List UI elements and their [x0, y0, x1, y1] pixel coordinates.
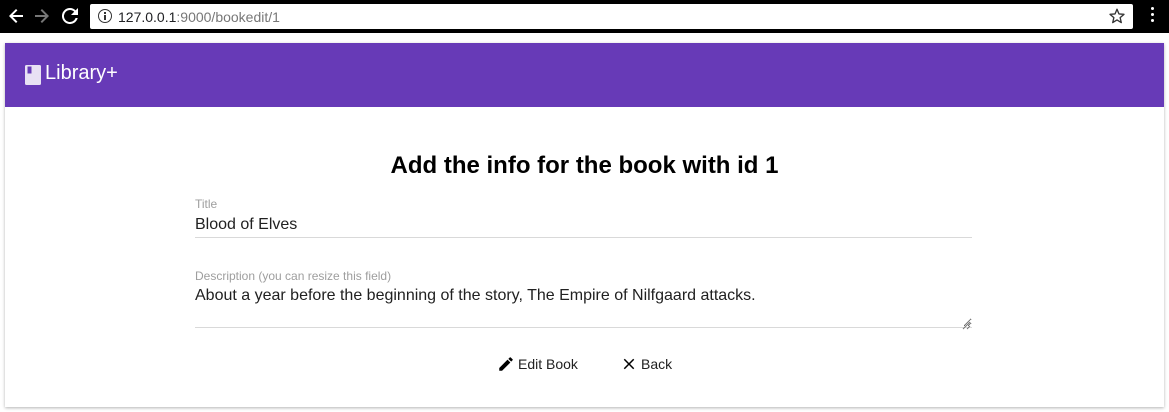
kebab-menu-icon[interactable]: [1148, 7, 1156, 27]
app-card: Library+ Add the info for the book with …: [5, 43, 1164, 407]
address-bar[interactable]: 127.0.0.1:9000/bookedit/1: [90, 4, 1133, 29]
pencil-icon: [499, 357, 513, 371]
info-icon[interactable]: [98, 9, 112, 23]
browser-toolbar: 127.0.0.1:9000/bookedit/1: [0, 0, 1169, 33]
title-label: Title: [195, 197, 218, 211]
forward-arrow-icon[interactable]: [32, 6, 52, 26]
title-input[interactable]: [195, 212, 972, 238]
back-button[interactable]: Back: [620, 353, 672, 375]
back-label: Back: [641, 356, 673, 372]
description-textarea[interactable]: About a year before the beginning of the…: [195, 282, 972, 328]
resize-handle-icon[interactable]: [962, 317, 971, 330]
book-icon: [25, 65, 41, 85]
back-arrow-icon[interactable]: [6, 6, 26, 26]
app-header: Library+: [5, 43, 1164, 107]
description-label: Description (you can resize this field): [195, 269, 392, 283]
app-title[interactable]: Library+: [45, 62, 118, 85]
url-text[interactable]: 127.0.0.1:9000/bookedit/1: [118, 9, 280, 25]
reload-icon[interactable]: [60, 6, 80, 26]
edit-book-button[interactable]: Edit Book: [497, 353, 578, 375]
edit-book-label: Edit Book: [518, 356, 578, 372]
star-icon[interactable]: [1108, 7, 1126, 25]
page-title: Add the info for the book with id 1: [390, 152, 779, 179]
close-icon: [623, 358, 635, 370]
